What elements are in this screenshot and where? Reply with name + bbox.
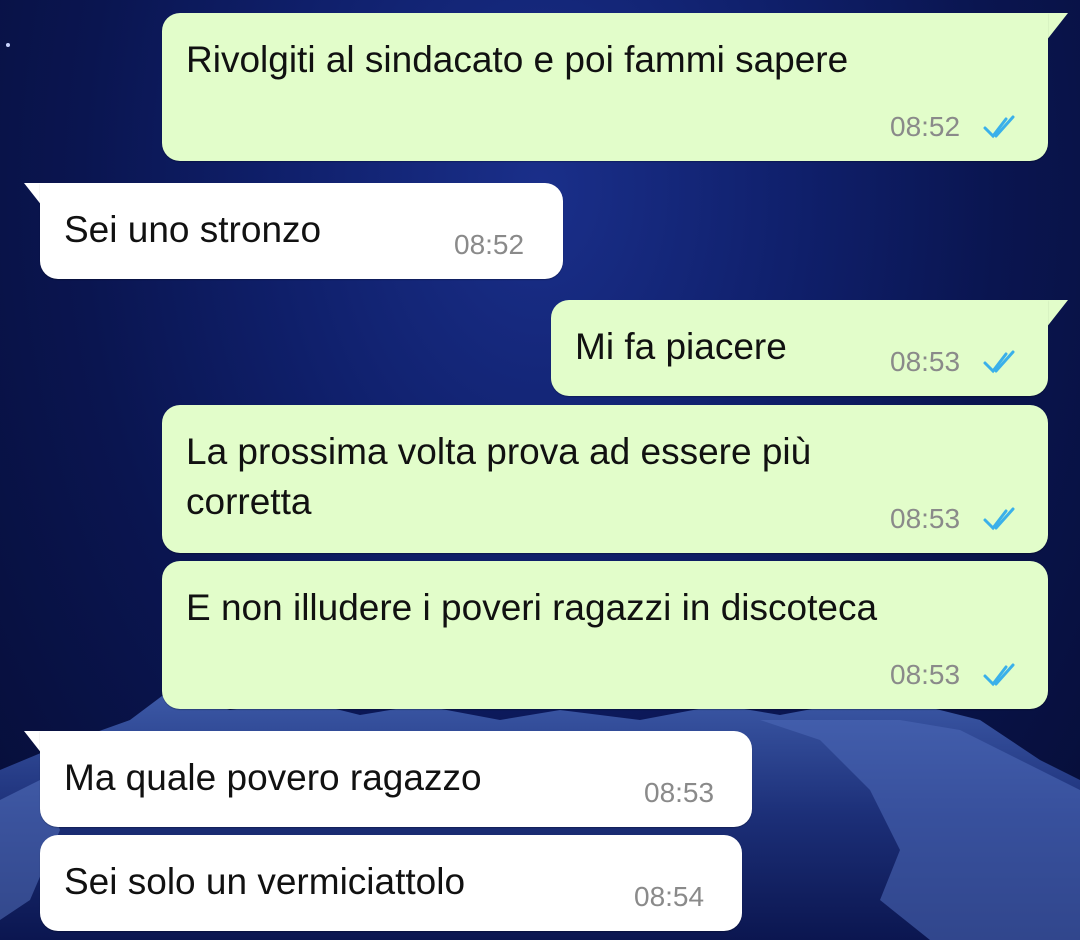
message-text: Sei solo un vermiciattolo (64, 861, 466, 902)
read-double-check-icon (983, 350, 1015, 374)
message-text-line-1: La prossima volta prova ad essere più (186, 431, 812, 472)
outgoing-message-bubble[interactable]: Rivolgiti al sindacato e poi fammi saper… (162, 13, 1048, 161)
outgoing-message-bubble[interactable]: E non illudere i poveri ragazzi in disco… (162, 561, 1048, 709)
message-time: 08:52 (454, 229, 525, 260)
message-time: 08:53 (890, 503, 961, 534)
message-list[interactable]: Rivolgiti al sindacato e poi fammi saper… (0, 0, 1080, 940)
outgoing-message-bubble[interactable]: Mi fa piacere 08:53 (551, 300, 1048, 396)
message-text: Sei uno stronzo (64, 209, 322, 250)
outgoing-message-bubble[interactable]: La prossima volta prova ad essere più co… (162, 405, 1048, 553)
read-double-check-icon (983, 507, 1015, 531)
message-text: Mi fa piacere (575, 326, 787, 367)
message-time: 08:53 (890, 659, 961, 690)
incoming-message-bubble[interactable]: Sei uno stronzo 08:52 (40, 183, 563, 279)
incoming-message-bubble[interactable]: Sei solo un vermiciattolo 08:54 (40, 835, 742, 931)
message-time: 08:52 (890, 111, 961, 142)
read-double-check-icon (983, 663, 1015, 687)
message-text-line-2: corretta (186, 481, 312, 522)
message-time: 08:53 (644, 777, 715, 808)
message-text: Rivolgiti al sindacato e poi fammi saper… (186, 39, 849, 80)
message-time: 08:54 (634, 881, 705, 912)
message-time: 08:53 (890, 346, 961, 377)
read-double-check-icon (983, 115, 1015, 139)
incoming-message-bubble[interactable]: Ma quale povero ragazzo 08:53 (40, 731, 752, 827)
message-text: Ma quale povero ragazzo (64, 757, 482, 798)
message-text: E non illudere i poveri ragazzi in disco… (186, 587, 878, 628)
